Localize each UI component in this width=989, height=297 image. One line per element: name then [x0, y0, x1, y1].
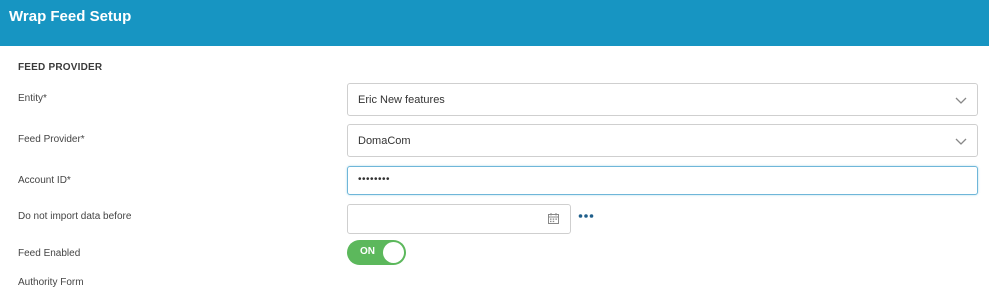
account-id-input[interactable]: •••••••• — [347, 166, 978, 195]
entity-select[interactable]: Eric New features — [347, 83, 978, 116]
authority-form-label: Authority Form — [18, 277, 84, 288]
toggle-on-text: ON — [360, 246, 375, 257]
page-title: Wrap Feed Setup — [9, 8, 132, 25]
feed-provider-select[interactable]: DomaCom — [347, 124, 978, 157]
import-before-label: Do not import data before — [18, 211, 132, 222]
chevron-down-icon — [955, 138, 967, 145]
feed-provider-label: Feed Provider* — [18, 134, 85, 145]
more-options-icon[interactable] — [578, 209, 594, 223]
toggle-knob — [383, 242, 404, 263]
feed-provider-value: DomaCom — [358, 135, 411, 147]
account-id-label: Account ID* — [18, 175, 71, 186]
import-before-date-input[interactable] — [347, 204, 571, 234]
chevron-down-icon — [955, 97, 967, 104]
calendar-icon[interactable] — [548, 213, 559, 224]
page-header: Wrap Feed Setup — [0, 0, 989, 46]
section-title: FEED PROVIDER — [18, 62, 103, 73]
account-id-value: •••••••• — [358, 174, 391, 185]
feed-enabled-label: Feed Enabled — [18, 248, 81, 259]
entity-value: Eric New features — [358, 94, 445, 106]
entity-label: Entity* — [18, 93, 47, 104]
feed-enabled-toggle[interactable]: ON — [347, 240, 406, 265]
